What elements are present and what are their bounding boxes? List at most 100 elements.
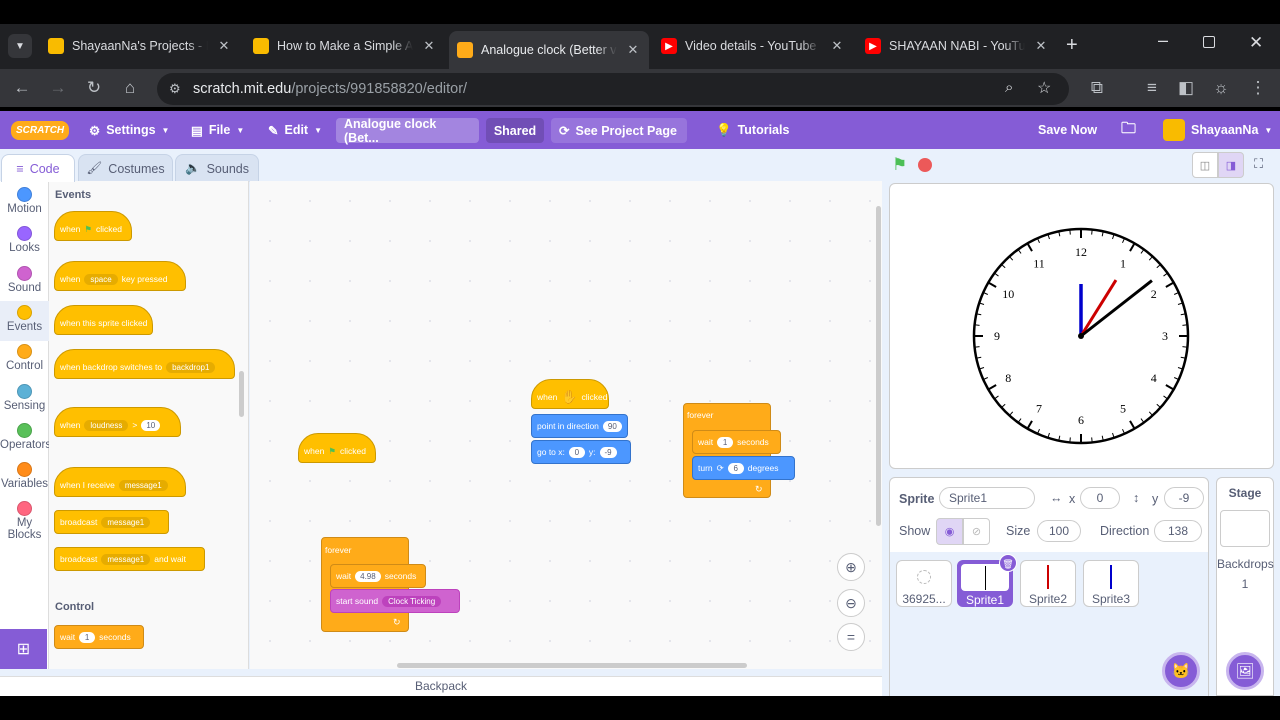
show-hidden-button[interactable]: ⊘ <box>963 518 990 545</box>
direction-input[interactable]: 138 <box>1154 520 1202 542</box>
stage[interactable]: 12 1 2 3 4 5 6 7 8 9 10 11 <box>889 183 1274 469</box>
wait-block[interactable]: wait 1 seconds <box>692 430 781 454</box>
browser-tab[interactable]: ▶ Video details - YouTube S ✕ <box>653 31 853 61</box>
sensor-dropdown[interactable]: loudness <box>84 419 129 431</box>
stop-icon[interactable] <box>918 158 932 172</box>
bookmark-star-icon[interactable]: ☆ <box>1037 78 1051 98</box>
more-menu-icon[interactable]: ⋮ <box>1247 77 1269 99</box>
see-project-page-button[interactable]: ⟳ See Project Page <box>551 118 687 143</box>
close-window-button[interactable]: ✕ <box>1249 33 1263 53</box>
category-variables[interactable]: Variables <box>0 458 49 498</box>
palette-scrollbar[interactable] <box>239 371 244 417</box>
zoom-reset-icon[interactable]: = <box>837 623 865 651</box>
wait-block[interactable]: wait 4.98 seconds <box>330 564 426 588</box>
when-flag-clicked-block[interactable]: when ⚑ clicked <box>54 211 132 241</box>
home-icon[interactable]: ⌂ <box>119 77 141 99</box>
sprite-tile[interactable]: Sprite2 <box>1020 560 1076 607</box>
horizontal-scrollbar[interactable] <box>397 663 747 668</box>
fullscreen-icon[interactable]: ⛶ <box>1254 156 1263 172</box>
extensions-button[interactable]: ⊞ <box>0 629 47 669</box>
extensions-icon[interactable]: ⧉ <box>1086 77 1108 99</box>
category-looks[interactable]: Looks <box>0 222 49 262</box>
category-control[interactable]: Control <box>0 340 49 380</box>
message-dropdown[interactable]: message1 <box>118 479 168 491</box>
wait-block[interactable]: wait 1 seconds <box>54 625 144 649</box>
file-menu[interactable]: ▤ File ▼ <box>191 111 244 149</box>
tutorials-button[interactable]: 💡 Tutorials <box>716 111 789 149</box>
minimize-button[interactable]: – <box>1158 30 1168 51</box>
when-sprite-clicked-block[interactable]: when this sprite clicked <box>54 305 153 335</box>
sprite-tile[interactable]: Sprite3 <box>1083 560 1139 607</box>
save-now-button[interactable]: Save Now <box>1038 111 1097 149</box>
media-control-icon[interactable]: ≡ <box>1141 77 1163 99</box>
profile-icon[interactable]: ☼ <box>1210 77 1232 99</box>
site-info-icon[interactable]: ⚙ <box>169 81 181 97</box>
reload-icon[interactable]: ↻ <box>83 77 105 99</box>
turn-block[interactable]: turn ⟳ 6 degrees <box>692 456 795 480</box>
back-icon[interactable]: ← <box>11 77 33 99</box>
category-events[interactable]: Events <box>0 300 49 341</box>
zoom-icon[interactable]: ⌕ <box>1005 79 1013 96</box>
point-in-direction-block[interactable]: point in direction 90 <box>531 414 628 438</box>
add-backdrop-button[interactable]: 🖼 <box>1226 652 1264 690</box>
tab-search-button[interactable]: ▼ <box>8 34 32 58</box>
scratch-logo[interactable]: SCRATCH <box>11 111 70 149</box>
tab-sounds[interactable]: 🔈 Sounds <box>175 154 259 182</box>
browser-tab[interactable]: ShayaanNa's Projects - In ✕ <box>40 31 240 61</box>
sound-dropdown[interactable]: Clock Ticking <box>382 595 442 607</box>
broadcast-and-wait-block[interactable]: broadcast message1 and wait <box>54 547 205 571</box>
category-operators[interactable]: Operators <box>0 419 51 459</box>
small-stage-button[interactable]: ◫ <box>1192 152 1218 178</box>
add-sprite-button[interactable]: 🐱 <box>1162 652 1200 690</box>
category-motion[interactable]: Motion <box>0 183 49 223</box>
tab-costumes[interactable]: 🖌 Costumes <box>78 154 173 182</box>
sprite-tile-selected[interactable]: Sprite1 🗑 <box>957 554 1017 607</box>
browser-tab-active[interactable]: Analogue clock (Better ve ✕ <box>449 31 649 69</box>
close-tab-icon[interactable]: ✕ <box>625 42 641 58</box>
green-flag-icon[interactable]: ⚑ <box>892 155 907 175</box>
start-sound-block[interactable]: start sound Clock Ticking <box>330 589 460 613</box>
project-title-input[interactable]: Analogue clock (Bet... <box>336 117 479 145</box>
account-menu[interactable]: ShayaanNa ▼ <box>1163 111 1272 149</box>
my-stuff-folder-icon[interactable]: 🗀 <box>1121 111 1136 149</box>
when-flag-clicked-block[interactable]: when ⚑ clicked <box>298 433 376 463</box>
when-loudness-block[interactable]: when loudness >10 <box>54 407 181 437</box>
vertical-scrollbar[interactable] <box>876 206 881 526</box>
close-tab-icon[interactable]: ✕ <box>216 38 232 54</box>
show-visible-button[interactable]: ◉ <box>936 518 963 545</box>
zoom-out-icon[interactable]: ⊖ <box>837 589 865 617</box>
edit-menu[interactable]: ✎ Edit ▼ <box>268 111 322 149</box>
sprite-tile[interactable]: 36925... <box>896 560 952 607</box>
browser-tab[interactable]: How to Make a Simple An ✕ <box>245 31 445 61</box>
normal-stage-button[interactable]: ◨ <box>1218 152 1244 178</box>
broadcast-block[interactable]: broadcast message1 <box>54 510 169 534</box>
go-to-xy-block[interactable]: go to x: 0 y: -9 <box>531 440 631 464</box>
category-my-blocks[interactable]: My Blocks <box>0 497 49 549</box>
address-bar[interactable]: ⚙ scratch.mit.edu/projects/991858820/edi… <box>157 73 1069 105</box>
side-panel-icon[interactable]: ◧ <box>1175 77 1197 99</box>
when-flag-clicked-block[interactable]: when ✋ clicked <box>531 379 609 409</box>
restore-button[interactable] <box>1203 36 1215 48</box>
backdrop-dropdown[interactable]: backdrop1 <box>166 361 216 373</box>
close-tab-icon[interactable]: ✕ <box>1033 38 1049 54</box>
when-key-pressed-block[interactable]: when space key pressed <box>54 261 186 291</box>
code-area[interactable]: when ⚑ clicked when ✋ clicked point in direc… <box>250 181 882 669</box>
zoom-in-icon[interactable]: ⊕ <box>837 553 865 581</box>
delete-sprite-icon[interactable]: 🗑 <box>999 554 1017 572</box>
backpack[interactable]: Backpack <box>0 676 882 696</box>
when-i-receive-block[interactable]: when I receive message1 <box>54 467 186 497</box>
close-tab-icon[interactable]: ✕ <box>421 38 437 54</box>
settings-menu[interactable]: ⚙ Settings ▼ <box>89 111 169 149</box>
forward-icon[interactable]: → <box>47 77 69 99</box>
when-backdrop-switches-block[interactable]: when backdrop switches to backdrop1 <box>54 349 235 379</box>
category-sound[interactable]: Sound <box>0 262 49 302</box>
category-sensing[interactable]: Sensing <box>0 380 49 420</box>
x-input[interactable]: 0 <box>1080 487 1120 509</box>
close-tab-icon[interactable]: ✕ <box>829 38 845 54</box>
tab-code[interactable]: ≡ Code <box>1 154 75 182</box>
sprite-name-input[interactable]: Sprite1 <box>939 487 1035 509</box>
y-input[interactable]: -9 <box>1164 487 1204 509</box>
size-input[interactable]: 100 <box>1037 520 1081 542</box>
browser-tab[interactable]: ▶ SHAYAAN NABI - YouTub ✕ <box>857 31 1057 61</box>
key-dropdown[interactable]: space <box>84 273 118 285</box>
